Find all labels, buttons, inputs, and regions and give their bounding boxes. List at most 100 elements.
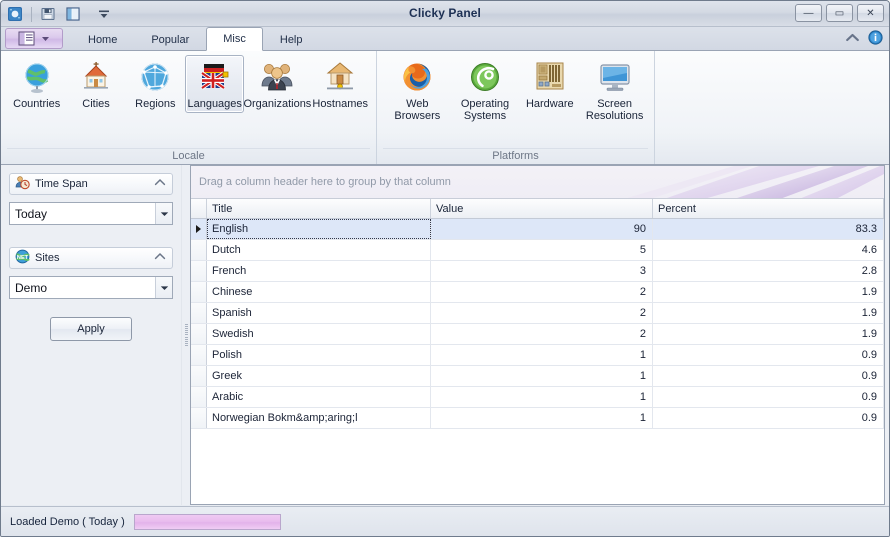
help-info-icon[interactable] [868,30,883,48]
table-row[interactable]: Chinese 2 1.9 [191,282,884,303]
ribbon-button-label: Languages [187,98,242,110]
application-window: Clicky Panel — ▭ ✕ Home Popular Misc Hel… [0,0,890,537]
ribbon-button-countries[interactable]: Countries [7,55,66,113]
table-row[interactable]: Greek 1 0.9 [191,366,884,387]
status-bar: Loaded Demo ( Today ) [1,506,889,536]
cell-title[interactable]: French [207,261,431,281]
table-row[interactable]: English 90 83.3 [191,219,884,240]
apply-button[interactable]: Apply [50,317,132,341]
row-indicator [191,345,207,365]
cell-title[interactable]: Dutch [207,240,431,260]
chevron-down-icon[interactable] [155,277,172,298]
tab-home[interactable]: Home [71,28,134,50]
row-indicator [191,282,207,302]
ribbon-right-icons [845,30,883,48]
tab-misc[interactable]: Misc [206,27,263,51]
cell-percent[interactable]: 83.3 [653,219,884,239]
row-indicator [191,408,207,428]
cell-percent[interactable]: 1.9 [653,282,884,302]
row-indicator [191,387,207,407]
table-row[interactable]: Swedish 2 1.9 [191,324,884,345]
timespan-value: Today [15,206,48,221]
group-by-hint: Drag a column header here to group by th… [199,176,451,188]
cell-percent[interactable]: 4.6 [653,240,884,260]
cell-value[interactable]: 90 [431,219,653,239]
globe-icon [20,60,54,94]
cell-value[interactable]: 1 [431,366,653,386]
ribbon-button-cities[interactable]: Cities [66,55,125,113]
table-row[interactable]: French 3 2.8 [191,261,884,282]
table-row[interactable]: Dutch 5 4.6 [191,240,884,261]
ribbon-group-locale: Countries Cities Regions Languages Organ… [1,51,376,164]
cell-percent[interactable]: 0.9 [653,387,884,407]
column-header-value[interactable]: Value [431,199,653,218]
cell-value[interactable]: 1 [431,408,653,428]
cell-value[interactable]: 2 [431,324,653,344]
ribbon-button-web-browsers[interactable]: Web Browsers [383,55,452,125]
cell-title[interactable]: Arabic [207,387,431,407]
cell-value[interactable]: 5 [431,240,653,260]
table-row[interactable]: Spanish 2 1.9 [191,303,884,324]
close-button[interactable]: ✕ [857,4,884,22]
ribbon-tabs: Home Popular Misc Help [71,26,320,51]
ribbon-group-platforms: Web Browsers Operating Systems Hardware … [376,51,654,164]
cell-value[interactable]: 1 [431,345,653,365]
ribbon-button-operating-systems[interactable]: Operating Systems [452,55,519,125]
ribbon-button-hardware[interactable]: Hardware [518,55,581,113]
sites-combobox[interactable]: Demo [9,276,173,299]
cell-title[interactable]: Polish [207,345,431,365]
timespan-panel-header[interactable]: Time Span [9,173,173,195]
column-header-percent[interactable]: Percent [653,199,884,218]
row-indicator [191,261,207,281]
ribbon-button-label: Regions [135,98,176,110]
timespan-panel-title: Time Span [35,178,88,190]
cell-percent[interactable]: 0.9 [653,345,884,365]
timespan-combobox[interactable]: Today [9,202,173,225]
cell-percent[interactable]: 0.9 [653,366,884,386]
cell-percent[interactable]: 0.9 [653,408,884,428]
ribbon-empty-area [654,51,889,164]
cell-title[interactable]: Swedish [207,324,431,344]
sites-panel-header[interactable]: NET Sites [9,247,173,269]
cell-percent[interactable]: 1.9 [653,303,884,323]
chevron-down-icon[interactable] [155,203,172,224]
sites-value: Demo [15,280,48,295]
cell-percent[interactable]: 2.8 [653,261,884,281]
ribbon-button-regions[interactable]: Regions [126,55,185,113]
ribbon-button-screen-resolutions[interactable]: Screen Resolutions [581,55,648,125]
cell-percent[interactable]: 1.9 [653,324,884,344]
row-indicator [191,219,207,239]
group-by-panel[interactable]: Drag a column header here to group by th… [191,166,884,199]
tab-popular[interactable]: Popular [134,28,206,50]
cell-value[interactable]: 3 [431,261,653,281]
cell-title[interactable]: Norwegian Bokm&amp;aring;l [207,408,431,428]
minimize-ribbon-icon[interactable] [845,32,860,47]
ribbon-button-languages[interactable]: Languages [185,55,245,113]
maximize-button[interactable]: ▭ [826,4,853,22]
cell-value[interactable]: 2 [431,282,653,302]
sidebar-splitter[interactable] [181,165,190,505]
table-row[interactable]: Arabic 1 0.9 [191,387,884,408]
table-row[interactable]: Polish 1 0.9 [191,345,884,366]
row-indicator [191,324,207,344]
apply-button-row: Apply [9,317,173,341]
application-menu-button[interactable] [5,28,63,49]
window-controls: — ▭ ✕ [795,4,884,22]
tab-help[interactable]: Help [263,28,320,50]
column-header-title[interactable]: Title [207,199,431,218]
collapse-chevron-icon[interactable] [154,178,166,190]
ribbon-button-hostnames[interactable]: Hostnames [310,55,370,113]
cell-value[interactable]: 1 [431,387,653,407]
cell-title[interactable]: Spanish [207,303,431,323]
minimize-button[interactable]: — [795,4,822,22]
table-row[interactable]: Norwegian Bokm&amp;aring;l 1 0.9 [191,408,884,429]
progress-bar [133,513,281,530]
cell-value[interactable]: 2 [431,303,653,323]
cell-title[interactable]: English [207,219,431,239]
ribbon-tab-strip: Home Popular Misc Help [1,27,889,51]
cell-title[interactable]: Greek [207,366,431,386]
ribbon-button-organizations[interactable]: Organizations [243,55,311,113]
collapse-chevron-icon[interactable] [154,252,166,264]
cell-title[interactable]: Chinese [207,282,431,302]
